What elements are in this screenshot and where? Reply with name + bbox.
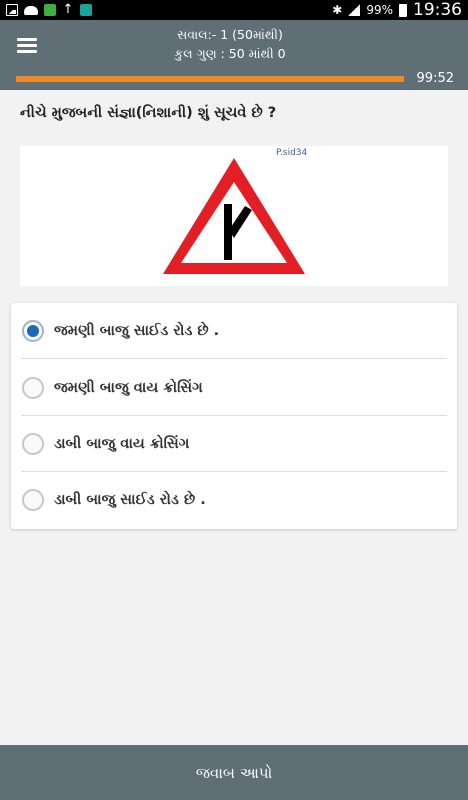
notification-icons: ↑ bbox=[6, 2, 92, 17]
bluetooth-icon: ✱ bbox=[332, 3, 343, 17]
radio-button-selected[interactable] bbox=[22, 320, 44, 342]
upload-icon: ↑ bbox=[62, 2, 74, 17]
gallery-icon bbox=[6, 4, 18, 16]
option-2[interactable]: જમણી બાજુ વાય ક્રોસિંગ bbox=[11, 360, 457, 416]
battery-percent: 99% bbox=[366, 3, 393, 17]
option-1[interactable]: જમણી બાજુ સાઈડ રોડ છે . bbox=[11, 303, 457, 359]
progress-row: 99:52 bbox=[0, 68, 468, 90]
timer: 99:52 bbox=[416, 71, 454, 86]
divider bbox=[21, 358, 447, 359]
system-icons: ✱ 99% 19:36 bbox=[332, 0, 462, 20]
app-icon bbox=[44, 4, 56, 16]
progress-fill bbox=[16, 76, 404, 82]
clock: 19:36 bbox=[413, 0, 462, 20]
app-header: સવાલ:- 1 (50માંથી) કુલ ગુણ : 50 માંથી 0 bbox=[0, 20, 468, 68]
option-3[interactable]: ડાબી બાજુ વાય ક્રોસિંગ bbox=[11, 416, 457, 472]
option-4[interactable]: ડાબી બાજુ સાઈડ રોડ છે . bbox=[11, 472, 457, 528]
question-image: P.sid34 bbox=[20, 146, 448, 286]
option-label: ડાબી બાજુ વાય ક્રોસિંગ bbox=[54, 436, 190, 452]
submit-label: જવાબ આપો bbox=[195, 763, 273, 782]
image-watermark: P.sid34 bbox=[276, 148, 308, 158]
question-counter: સવાલ:- 1 (50માંથી) bbox=[177, 27, 283, 42]
radio-button[interactable] bbox=[22, 489, 44, 511]
progress-bar bbox=[16, 76, 404, 82]
header-info: સવાલ:- 1 (50માંથી) કુલ ગુણ : 50 માંથી 0 bbox=[130, 25, 330, 63]
app-icon bbox=[80, 4, 92, 16]
radio-button[interactable] bbox=[22, 377, 44, 399]
signal-icon bbox=[348, 4, 361, 16]
options-card: જમણી બાજુ સાઈડ રોડ છે . જમણી બાજુ વાય ક્… bbox=[11, 303, 457, 529]
submit-answer-button[interactable]: જવાબ આપો bbox=[0, 745, 468, 800]
battery-icon bbox=[399, 3, 407, 17]
question-text: નીચે મુજબની સંજ્ઞા(નિશાની) શું સૂચવે છે … bbox=[20, 105, 277, 121]
menu-icon[interactable] bbox=[17, 38, 37, 53]
score-text: કુલ ગુણ : 50 માંથી 0 bbox=[174, 46, 286, 61]
status-bar: ↑ ✱ 99% 19:36 bbox=[0, 0, 468, 20]
option-label: ડાબી બાજુ સાઈડ રોડ છે . bbox=[54, 492, 206, 508]
cloud-icon bbox=[24, 5, 38, 15]
option-label: જમણી બાજુ સાઈડ રોડ છે . bbox=[54, 323, 220, 339]
option-label: જમણી બાજુ વાય ક્રોસિંગ bbox=[54, 380, 203, 396]
radio-button[interactable] bbox=[22, 433, 44, 455]
side-road-right-sign bbox=[163, 158, 305, 274]
